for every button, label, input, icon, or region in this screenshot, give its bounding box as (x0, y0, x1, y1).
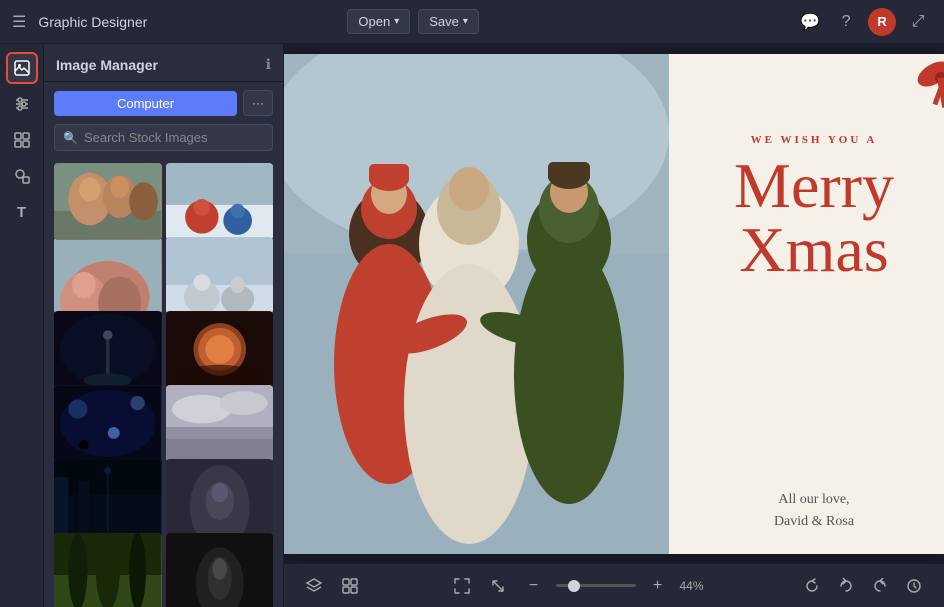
thumbnail-7[interactable] (54, 385, 162, 462)
topbar: ☰ Graphic Designer Open ▾ Save ▾ 💬 ? R ⤢ (0, 0, 944, 44)
image-manager-title: Image Manager (56, 57, 258, 73)
help-icon-button[interactable]: ? (832, 8, 860, 36)
layers-icon-button[interactable] (300, 572, 328, 600)
canvas-area: WE WISH YOU A Merry Xmas All our love, D… (284, 44, 944, 607)
text-tool-button[interactable]: T (6, 196, 38, 228)
zoom-slider[interactable] (556, 584, 636, 587)
ribbon-decoration (859, 54, 944, 154)
rotate-button[interactable] (798, 572, 826, 600)
resize-button[interactable] (484, 572, 512, 600)
thumbnail-10[interactable] (166, 459, 274, 536)
card-message: All our love, David & Rosa (774, 489, 854, 534)
tools-sidebar: T (0, 44, 44, 607)
image-manager-tabs: Computer ··· (44, 82, 283, 124)
canvas-container[interactable]: WE WISH YOU A Merry Xmas All our love, D… (284, 44, 944, 563)
history-button[interactable] (900, 572, 928, 600)
image-grid (44, 159, 283, 607)
thumbnail-5[interactable] (54, 311, 162, 388)
undo-button[interactable] (832, 572, 860, 600)
bottom-center-tools: − + 44% (448, 572, 715, 600)
more-tab[interactable]: ··· (243, 90, 273, 116)
thumbnail-12[interactable] (166, 533, 274, 607)
thumbnail-1[interactable] (54, 163, 162, 240)
menu-icon[interactable]: ☰ (12, 12, 26, 32)
shapes-tool-button[interactable] (6, 160, 38, 192)
layout-tool-button[interactable] (6, 124, 38, 156)
canvas-photo[interactable] (284, 54, 669, 554)
grid-icon-button[interactable] (336, 572, 364, 600)
image-manager-panel: Image Manager ℹ Computer ··· 🔍 Search St… (44, 44, 284, 607)
computer-tab[interactable]: Computer (54, 91, 237, 116)
search-placeholder-text: Search Stock Images (84, 130, 208, 145)
avatar[interactable]: R (868, 8, 896, 36)
thumbnail-6[interactable] (166, 311, 274, 388)
image-tool-button[interactable] (6, 52, 38, 84)
bottom-right-tools (798, 572, 928, 600)
fit-to-screen-button[interactable] (448, 572, 476, 600)
card-title: Merry Xmas (734, 154, 894, 282)
search-icon: 🔍 (63, 131, 78, 145)
thumbnail-2[interactable] (166, 163, 274, 240)
topbar-icons: 💬 ? R ⤢ (796, 8, 932, 36)
thumbnail-11[interactable] (54, 533, 162, 607)
expand-icon-button[interactable]: ⤢ (904, 8, 932, 36)
bottom-left-tools (300, 572, 364, 600)
open-button[interactable]: Open ▾ (347, 9, 410, 34)
zoom-out-button[interactable]: − (520, 572, 548, 600)
bottom-toolbar: − + 44% (284, 563, 944, 607)
save-button[interactable]: Save ▾ (418, 9, 479, 34)
adjustments-tool-button[interactable] (6, 88, 38, 120)
chat-icon-button[interactable]: 💬 (796, 8, 824, 36)
app-title: Graphic Designer (38, 14, 339, 30)
info-icon[interactable]: ℹ (266, 56, 271, 73)
image-manager-header: Image Manager ℹ (44, 44, 283, 82)
search-bar[interactable]: 🔍 Search Stock Images (54, 124, 273, 151)
thumbnail-4[interactable] (166, 237, 274, 314)
canvas-card[interactable]: WE WISH YOU A Merry Xmas All our love, D… (669, 54, 944, 554)
canvas-inner: WE WISH YOU A Merry Xmas All our love, D… (284, 54, 944, 554)
zoom-percentage: 44% (680, 579, 715, 593)
main-layout: T Image Manager ℹ Computer ··· 🔍 Search … (0, 44, 944, 607)
thumbnail-3[interactable] (54, 237, 162, 314)
thumbnail-9[interactable] (54, 459, 162, 536)
redo-button[interactable] (866, 572, 894, 600)
thumbnail-8[interactable] (166, 385, 274, 462)
zoom-in-button[interactable]: + (644, 572, 672, 600)
